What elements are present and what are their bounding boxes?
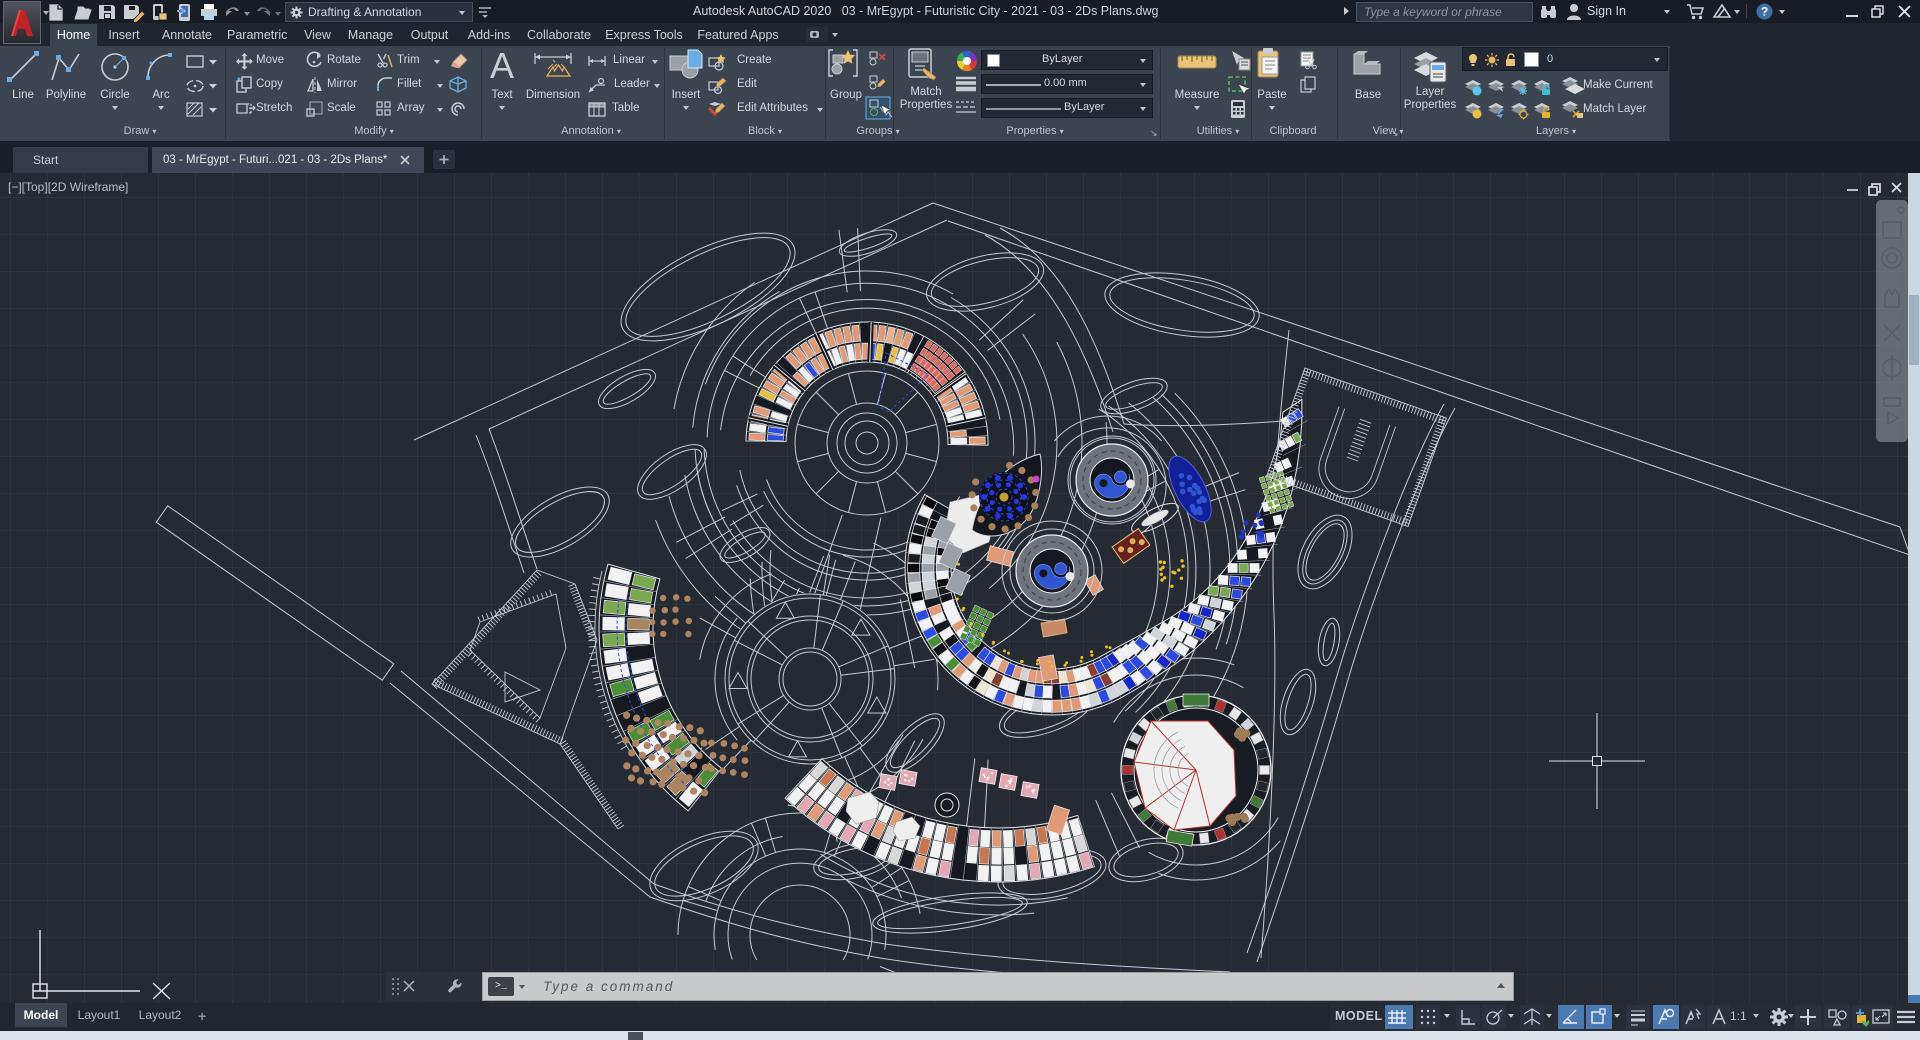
svg-text:A: A [490,45,514,86]
